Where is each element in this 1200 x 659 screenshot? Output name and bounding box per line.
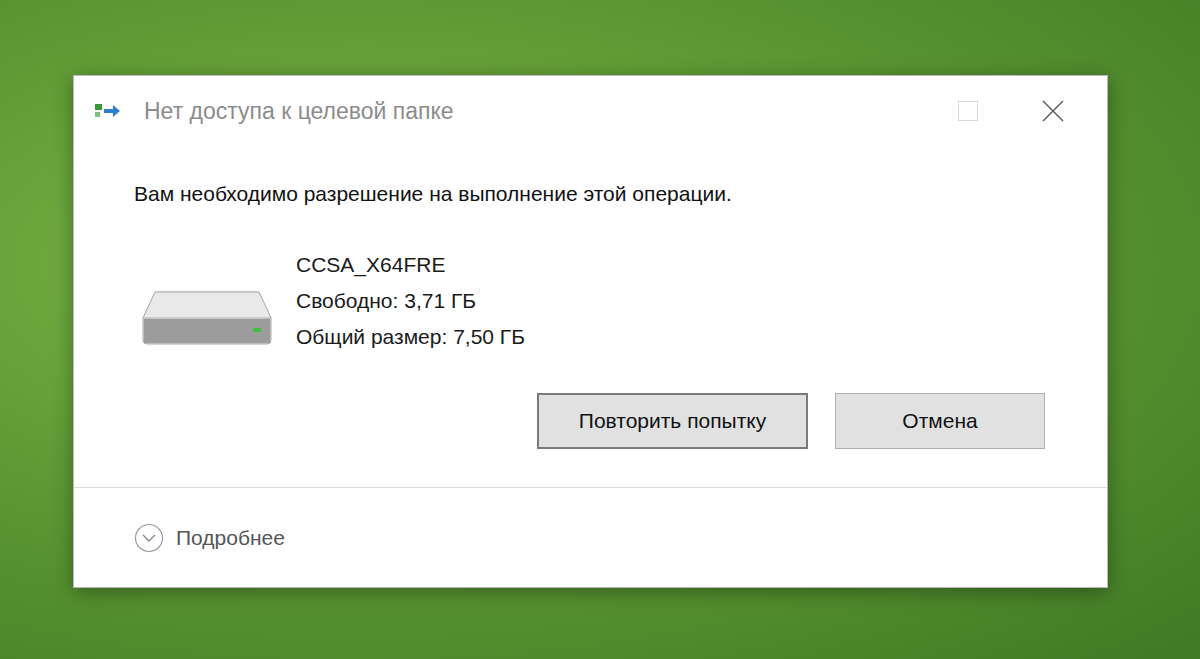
error-message: Вам необходимо разрешение на выполнение … — [134, 179, 1045, 209]
window-title: Нет доступа к целевой папке — [144, 98, 454, 125]
title-bar[interactable]: Нет доступа к целевой папке — [74, 76, 1107, 146]
drive-free: Свободно: 3,71 ГБ — [296, 283, 525, 319]
cancel-button[interactable]: Отмена — [835, 393, 1045, 449]
drive-total: Общий размер: 7,50 ГБ — [296, 319, 525, 355]
drive-name: CCSA_X64FRE — [296, 247, 525, 283]
maximize-icon — [957, 100, 979, 122]
retry-button[interactable]: Повторить попытку — [537, 393, 808, 449]
close-button[interactable] — [1041, 99, 1065, 123]
close-icon — [1041, 99, 1065, 123]
transfer-icon — [94, 100, 122, 122]
details-toggle[interactable]: Подробнее — [134, 523, 285, 553]
drive-icon — [141, 288, 273, 346]
desktop-background: Нет доступа к целевой папке Вам необходи… — [0, 0, 1200, 659]
drive-info: CCSA_X64FRE Свободно: 3,71 ГБ Общий разм… — [134, 247, 1045, 355]
maximize-button — [957, 100, 979, 122]
chevron-icon — [134, 523, 164, 553]
dialog-window[interactable]: Нет доступа к целевой папке Вам необходи… — [73, 75, 1108, 588]
